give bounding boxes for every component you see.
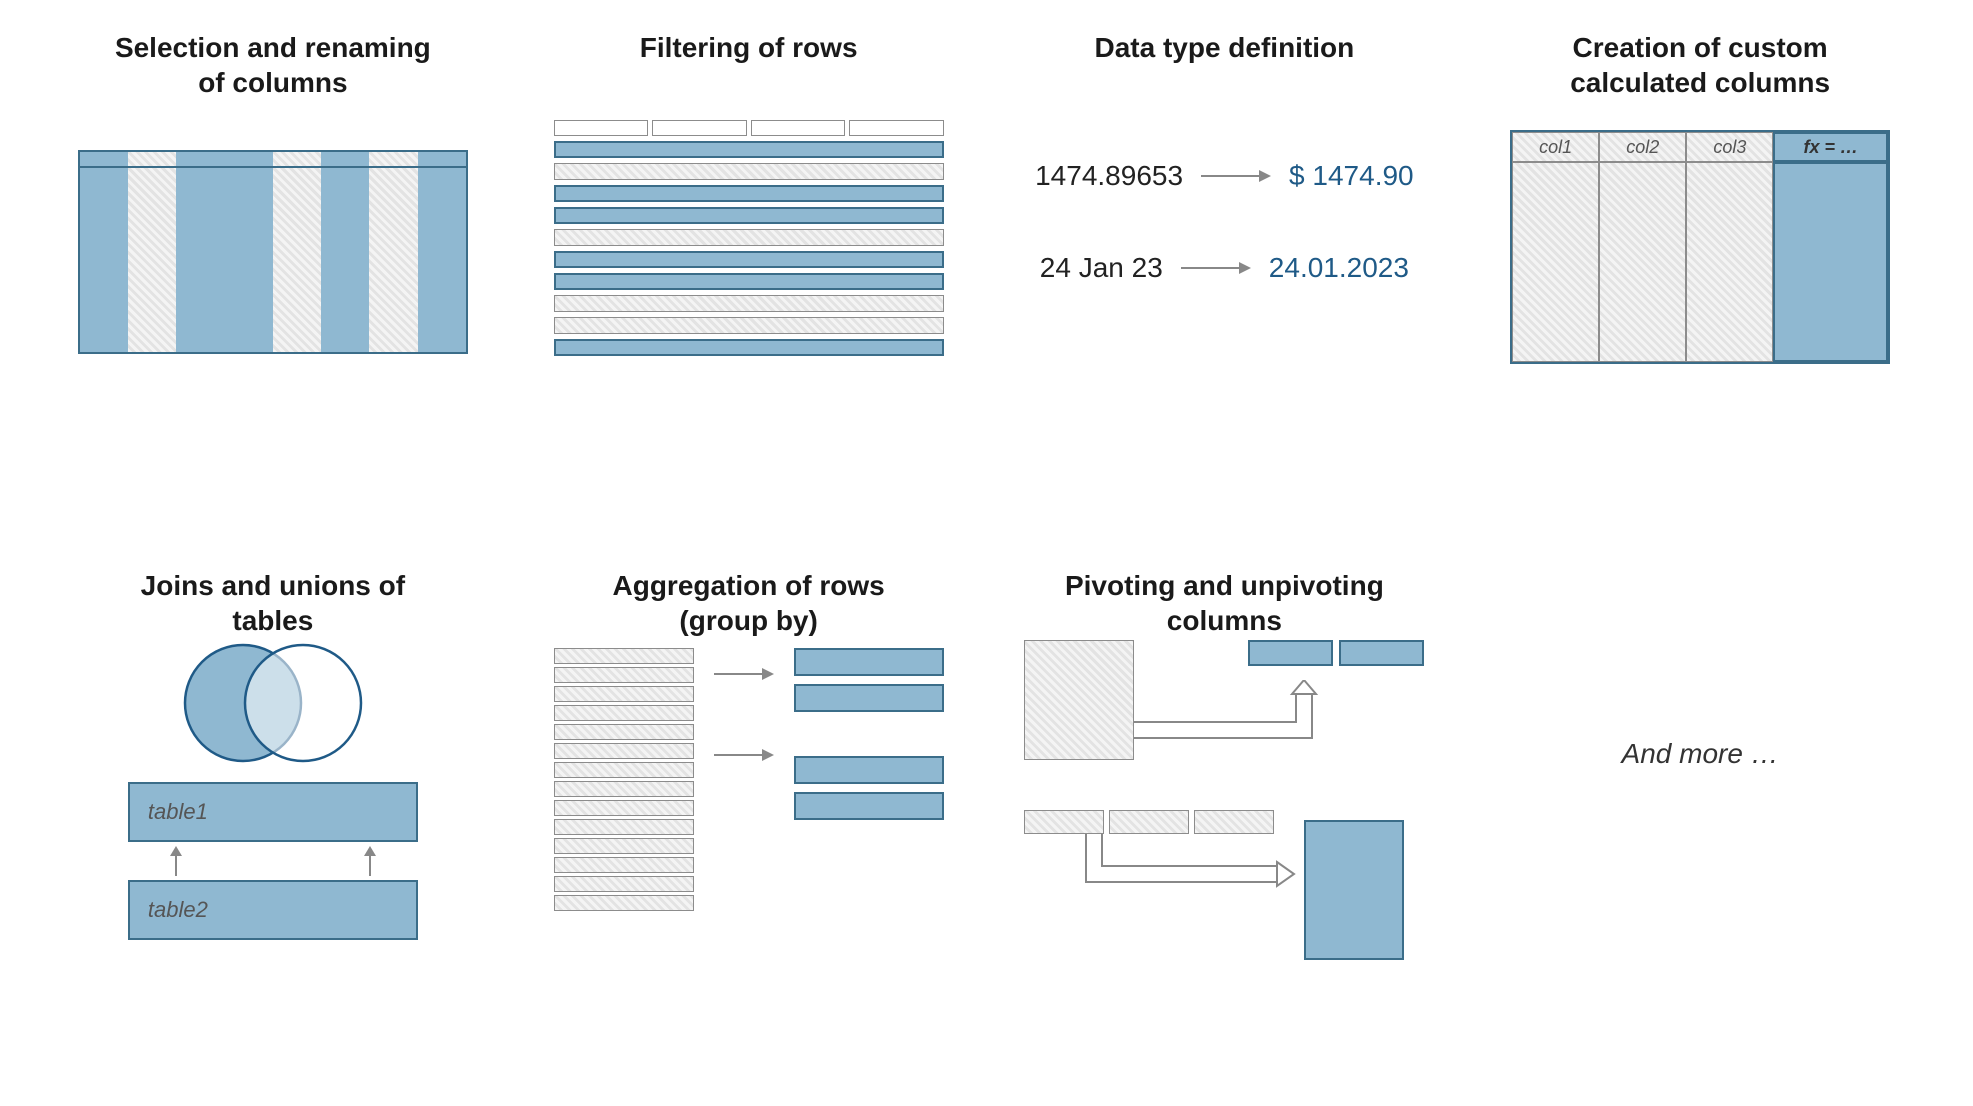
panel-and-more: And more … bbox=[1467, 568, 1933, 1066]
arrow-right-icon bbox=[714, 666, 774, 687]
arrow-right-icon bbox=[1201, 167, 1271, 185]
fx-table-icon: col1 col2 col3 fx = … bbox=[1510, 130, 1890, 364]
col-header: col3 bbox=[1686, 132, 1773, 162]
panel-title: Aggregation of rows (group by) bbox=[613, 568, 885, 648]
union-table1: table1 bbox=[128, 782, 418, 842]
arrow-right-icon bbox=[1181, 259, 1251, 277]
datatype-before: 1474.89653 bbox=[1035, 160, 1183, 192]
panel-title: Creation of custom calculated columns bbox=[1570, 30, 1830, 120]
pipe-arrow-up-icon bbox=[1134, 680, 1344, 760]
datatype-after: 24.01.2023 bbox=[1269, 252, 1409, 284]
pipe-arrow-right-icon bbox=[1084, 834, 1304, 904]
panel-joins-unions: Joins and unions of tables table1 table2 bbox=[40, 568, 506, 1066]
col-header: col2 bbox=[1599, 132, 1686, 162]
panel-data-type: Data type definition 1474.89653 $ 1474.9… bbox=[992, 30, 1458, 528]
datatype-examples: 1474.89653 $ 1474.90 24 Jan 23 24.01.202… bbox=[1014, 160, 1434, 284]
arrow-right-icon bbox=[714, 747, 774, 768]
panel-filtering-rows: Filtering of rows bbox=[516, 30, 982, 528]
datatype-before: 24 Jan 23 bbox=[1040, 252, 1163, 284]
col-header: col1 bbox=[1512, 132, 1599, 162]
panel-title: Filtering of rows bbox=[640, 30, 858, 120]
rows-filter-icon bbox=[554, 120, 944, 356]
panel-title: Pivoting and unpivoting columns bbox=[1065, 568, 1384, 648]
panel-title: Data type definition bbox=[1094, 30, 1354, 120]
fx-header: fx = … bbox=[1773, 132, 1888, 162]
panel-calculated-columns: Creation of custom calculated columns co… bbox=[1467, 30, 1933, 528]
union-table2: table2 bbox=[128, 880, 418, 940]
venn-icon bbox=[163, 638, 383, 768]
groupby-icon bbox=[554, 648, 944, 911]
panel-title: Joins and unions of tables bbox=[141, 568, 405, 648]
and-more-text: And more … bbox=[1622, 738, 1779, 770]
columns-table-icon bbox=[78, 150, 468, 354]
panel-title: Selection and renaming of columns bbox=[115, 30, 431, 120]
union-arrows-icon bbox=[128, 846, 418, 876]
datatype-after: $ 1474.90 bbox=[1289, 160, 1414, 192]
panel-selection-renaming: Selection and renaming of columns bbox=[40, 30, 506, 528]
panel-aggregation: Aggregation of rows (group by) bbox=[516, 568, 982, 1066]
pivot-icon bbox=[1024, 640, 1424, 960]
panel-pivot-unpivot: Pivoting and unpivoting columns bbox=[992, 568, 1458, 1066]
